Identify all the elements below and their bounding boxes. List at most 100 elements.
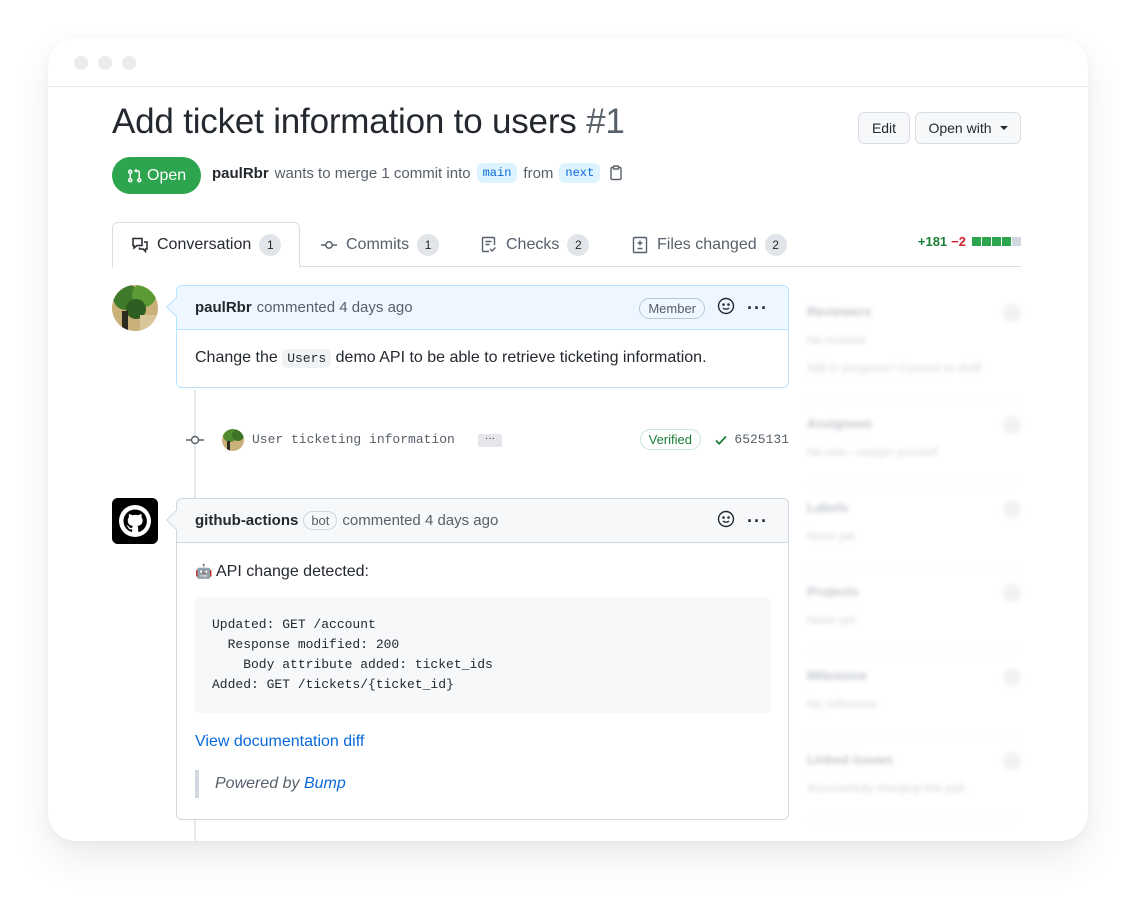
sidebar-section-text: No milestone	[807, 697, 878, 711]
gear-icon[interactable]	[1003, 304, 1021, 322]
sidebar-section-projects: Projects None yet	[807, 568, 1021, 652]
doc-link-row: View documentation diff	[177, 713, 788, 753]
diffstat-block-add	[982, 237, 991, 246]
tab-label: Commits	[346, 235, 410, 253]
sidebar-section-assignees: Assignees No one—assign yourself	[807, 400, 1021, 484]
merge-text-from: from	[523, 164, 554, 182]
commit-message[interactable]: User ticketing information	[252, 432, 455, 447]
bot-badge: bot	[303, 511, 338, 530]
tab-conversation[interactable]: Conversation 1	[112, 222, 301, 268]
member-badge: Member	[639, 297, 706, 319]
gear-icon[interactable]	[1003, 416, 1021, 434]
avatar-github-actions[interactable]	[112, 498, 158, 544]
timeline-commit: User ticketing information ··· Verified …	[176, 426, 789, 454]
comment-github-actions: github-actions bot commented 4 days ago …	[166, 498, 789, 820]
tab-counter: 2	[764, 233, 787, 256]
timeline-line	[194, 820, 196, 841]
comment-header: paulRbr commented 4 days ago Member ···	[177, 286, 788, 330]
git-commit-icon	[186, 433, 204, 452]
sidebar-section-title[interactable]: Milestone	[807, 668, 1021, 683]
tab-counter: 2	[567, 233, 590, 256]
tab-commits[interactable]: Commits 1	[320, 222, 440, 267]
file-diff-icon	[632, 236, 648, 253]
comment-author[interactable]: github-actions	[195, 512, 298, 529]
git-commit-icon	[321, 240, 337, 249]
gear-icon[interactable]	[1003, 584, 1021, 602]
diffstat-block-add	[972, 237, 981, 246]
sidebar-section-linked-issues: Linked issues Successfully merging this p…	[807, 736, 1021, 820]
edit-button[interactable]: Edit	[858, 112, 910, 144]
tab-label: Checks	[506, 235, 560, 253]
commit-sha[interactable]: 6525131	[714, 432, 789, 447]
diffstat-block-neutral	[1012, 237, 1021, 246]
sidebar-section-labels: Labels None yet	[807, 484, 1021, 568]
pr-merge-summary: paulRbr wants to merge 1 commit into mai…	[212, 163, 624, 183]
pr-state-label: Open	[147, 166, 187, 184]
head-branch[interactable]: next	[559, 163, 601, 183]
gear-icon[interactable]	[1003, 752, 1021, 770]
tab-counter: 1	[259, 234, 282, 256]
pr-title-text: Add ticket information to users	[112, 102, 577, 141]
diffstat: +181 −2	[918, 234, 1021, 249]
comment-header: github-actions bot commented 4 days ago …	[177, 499, 788, 543]
additions-count: +181	[917, 234, 948, 249]
copy-branch-icon[interactable]	[608, 165, 624, 181]
comment-author[interactable]: paulRbr	[195, 299, 252, 316]
pr-title: Add ticket information to users #1	[112, 102, 625, 142]
tab-label: Conversation	[157, 236, 252, 253]
pr-number: #1	[586, 102, 625, 141]
bump-link[interactable]: Bump	[304, 775, 346, 792]
gear-icon[interactable]	[1003, 668, 1021, 686]
commit-sha-text: 6525131	[734, 432, 789, 447]
deletions-count: −2	[951, 234, 966, 249]
tab-counter: 1	[417, 233, 440, 256]
open-with-button[interactable]: Open with	[915, 112, 1021, 144]
tab-label: Files changed	[657, 235, 757, 253]
sidebar-section-title[interactable]: Assignees	[807, 416, 1021, 431]
kebab-menu-icon[interactable]: ···	[747, 298, 768, 319]
open-with-label: Open with	[928, 120, 992, 136]
add-reaction-icon[interactable]	[717, 510, 735, 532]
verified-badge[interactable]: Verified	[639, 429, 701, 450]
git-pull-request-icon	[128, 168, 142, 183]
pr-tabs: Conversation 1 Commits 1 Checks 2 Files …	[112, 222, 1021, 268]
base-branch[interactable]: main	[476, 163, 518, 183]
comment-paulrbr: paulRbr commented 4 days ago Member ··· …	[166, 285, 789, 388]
pr-author-link[interactable]: paulRbr	[212, 165, 269, 182]
sidebar-section-text: None yet	[807, 529, 856, 543]
tab-files-changed[interactable]: Files changed 2	[631, 222, 787, 267]
comment-timestamp[interactable]: commented 4 days ago	[342, 512, 498, 529]
sidebar-section-milestone: Milestone No milestone	[807, 652, 1021, 736]
powered-by-quote: Powered by Bump	[195, 770, 770, 798]
sidebar-section-title[interactable]: Linked issues	[807, 752, 1021, 767]
window-minimize-button[interactable]	[98, 56, 112, 70]
code-block: Updated: GET /account Response modified:…	[194, 597, 771, 713]
sidebar-section-title[interactable]: Projects	[807, 584, 1021, 599]
expand-commit-button[interactable]: ···	[478, 434, 502, 447]
browser-window: Add ticket information to users #1 Edit …	[48, 38, 1088, 841]
github-logo-icon	[112, 498, 158, 544]
kebab-menu-icon[interactable]: ···	[747, 511, 768, 532]
tab-checks[interactable]: Checks 2	[480, 222, 590, 267]
comment-discussion-icon	[132, 237, 148, 254]
add-reaction-icon[interactable]	[717, 297, 735, 319]
window-close-button[interactable]	[74, 56, 88, 70]
edit-button-label: Edit	[871, 120, 897, 136]
caret-down-icon	[999, 126, 1008, 130]
comment-text: Change the	[195, 349, 278, 366]
window-maximize-button[interactable]	[122, 56, 136, 70]
sidebar-section-title[interactable]: Reviewers	[807, 304, 1021, 319]
pr-sidebar: Reviewers No reviews Still in progress? Co…	[807, 288, 1021, 820]
commit-author-avatar[interactable]	[222, 429, 244, 451]
comment-body: Change the Users demo API to be able to …	[177, 330, 788, 387]
view-documentation-diff-link[interactable]: View documentation diff	[195, 733, 364, 750]
robot-emoji-icon: 🤖	[195, 563, 213, 579]
check-icon	[715, 435, 728, 445]
comment-timestamp[interactable]: commented 4 days ago	[257, 299, 413, 316]
gear-icon[interactable]	[1003, 500, 1021, 518]
avatar-paulrbr[interactable]	[112, 285, 158, 331]
comment-body-intro: 🤖 API change detected:	[177, 543, 788, 583]
sidebar-section-title[interactable]: Labels	[807, 500, 1021, 515]
sidebar-section-text: Successfully merging this pull	[807, 781, 965, 795]
diffstat-block-add	[1002, 237, 1011, 246]
